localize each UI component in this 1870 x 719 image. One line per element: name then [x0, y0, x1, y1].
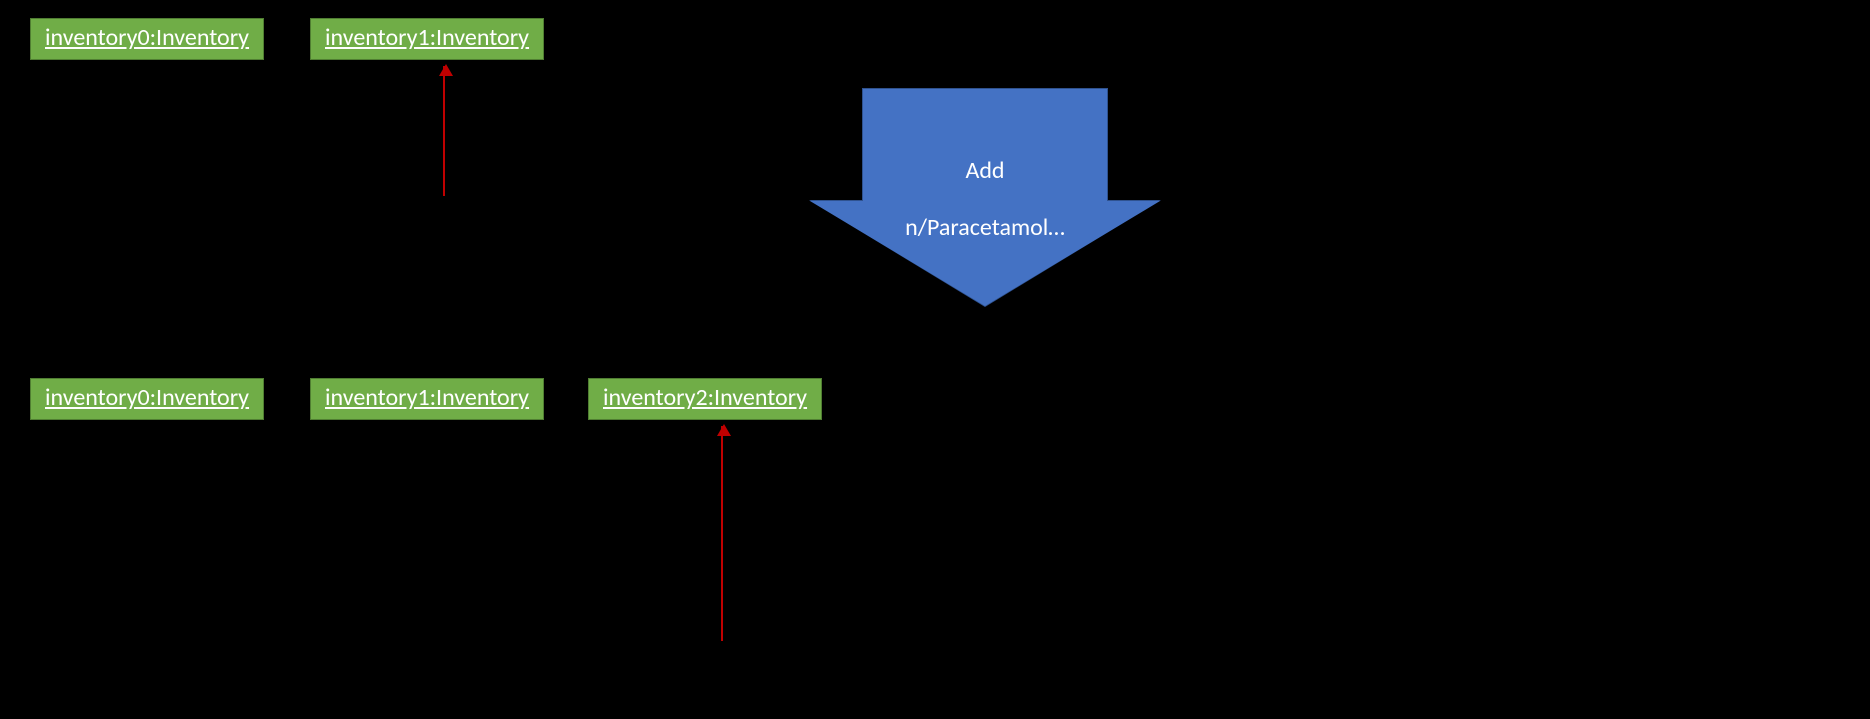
- object-label: inventory2:Inventory: [589, 379, 821, 419]
- object-label: inventory1:Inventory: [311, 19, 543, 59]
- before-box-inventory1: inventory1:Inventory: [310, 18, 544, 60]
- after-box-inventory1: inventory1:Inventory: [310, 378, 544, 420]
- object-label: inventory0:Inventory: [31, 379, 263, 419]
- diagram-canvas: inventory0:Inventory inventory1:Inventor…: [0, 0, 1870, 719]
- before-box-inventory0: inventory0:Inventory: [30, 18, 264, 60]
- object-label: inventory1:Inventory: [311, 379, 543, 419]
- after-box-inventory0: inventory0:Inventory: [30, 378, 264, 420]
- object-label: inventory0:Inventory: [31, 19, 263, 59]
- before-pointer-arrow: [443, 66, 445, 196]
- action-arrow: Add n/Paracetamol…: [810, 88, 1160, 308]
- action-arrow-line2: n/Paracetamol…: [905, 213, 1065, 242]
- after-pointer-arrow: [721, 426, 723, 641]
- after-box-inventory2: inventory2:Inventory: [588, 378, 822, 420]
- action-arrow-line1: Add: [965, 156, 1004, 185]
